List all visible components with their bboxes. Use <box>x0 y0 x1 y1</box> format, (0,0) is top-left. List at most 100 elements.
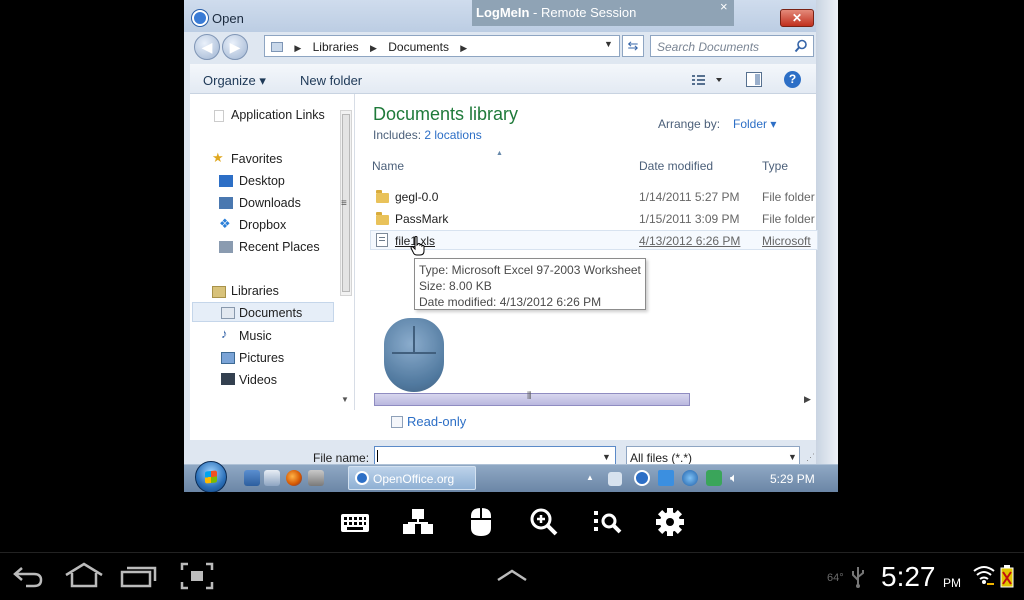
screenshot-icon[interactable] <box>180 562 214 590</box>
breadcrumb-chevron-icon[interactable]: ▶ <box>460 43 467 53</box>
preview-pane-icon[interactable] <box>746 72 762 87</box>
volume-icon[interactable]: 🔈︎ <box>730 470 746 486</box>
tray-network-icon[interactable] <box>682 470 698 486</box>
recent-apps-icon[interactable] <box>120 564 158 588</box>
new-folder-button[interactable]: New folder <box>300 73 362 88</box>
organize-button[interactable]: Organize ▾ <box>203 73 266 89</box>
tray-app-icon[interactable] <box>608 472 622 486</box>
filetype-dropdown-icon[interactable]: ▼ <box>788 452 797 462</box>
horizontal-scrollbar-thumb[interactable] <box>374 393 690 406</box>
sidebar-item-music[interactable]: Music <box>239 329 272 343</box>
sidebar-item-libraries[interactable]: Libraries <box>231 284 279 298</box>
file-date: 1/15/2011 3:09 PM <box>639 212 740 226</box>
tray-expand-icon[interactable]: ▲ <box>586 473 594 482</box>
openoffice-icon <box>192 10 208 26</box>
includes-label: Includes: <box>373 128 422 142</box>
firefox-icon[interactable] <box>286 470 302 486</box>
spreadsheet-file-icon <box>376 233 388 247</box>
temperature-readout: 64° <box>827 572 844 584</box>
settings-gear-icon[interactable] <box>654 506 686 538</box>
change-view-icon[interactable] <box>691 73 723 87</box>
pane-divider[interactable] <box>354 94 355 410</box>
explorer-icon[interactable] <box>264 470 280 486</box>
keyboard-icon[interactable] <box>340 506 370 538</box>
file-date: 1/14/2011 5:27 PM <box>639 190 740 204</box>
text-caret <box>377 450 378 462</box>
readonly-label[interactable]: Read-only <box>407 414 466 429</box>
search-input[interactable]: Search Documents <box>650 35 814 57</box>
tray-sync-icon[interactable] <box>706 470 722 486</box>
show-desktop-icon[interactable] <box>244 470 260 486</box>
sidebar-item-downloads[interactable]: Downloads <box>239 196 301 210</box>
address-bar[interactable]: ▶ Libraries ▶ Documents ▶ <box>264 35 620 57</box>
file-name[interactable]: gegl-0.0 <box>395 190 438 204</box>
column-header-type[interactable]: Type <box>762 159 788 173</box>
star-icon: ★ <box>212 150 224 165</box>
readonly-checkbox[interactable] <box>391 416 403 428</box>
remote-screen[interactable]: Open LogMeIn - Remote Session × ✕ ◀ ▶ ▶ … <box>184 0 838 492</box>
file-type: File folder <box>762 212 815 226</box>
sidebar-item-desktop[interactable]: Desktop <box>239 174 285 188</box>
libraries-icon <box>271 42 283 52</box>
scroll-right-icon[interactable]: ▶ <box>804 394 811 405</box>
file-name[interactable]: PassMark <box>395 212 448 226</box>
sidebar-item-documents[interactable]: Documents <box>239 306 302 320</box>
file-tooltip: Type: Microsoft Excel 97-2003 Worksheet … <box>414 258 646 310</box>
close-button[interactable]: ✕ <box>780 9 814 27</box>
mouse-icon[interactable] <box>468 506 494 538</box>
column-header-date[interactable]: Date modified <box>639 159 713 173</box>
sidebar-item-dropbox[interactable]: Dropbox <box>239 218 286 232</box>
mouse-mode-icon[interactable] <box>384 318 444 392</box>
sidebar-item-recent-places[interactable]: Recent Places <box>239 240 320 254</box>
refresh-button[interactable]: ⇆ <box>622 35 644 57</box>
pictures-icon <box>221 352 235 364</box>
background-window-edge <box>816 0 838 492</box>
scroll-down-icon[interactable]: ▼ <box>341 395 349 404</box>
arrange-by-dropdown[interactable]: Folder ▾ <box>733 117 776 131</box>
status-clock-ampm: PM <box>943 576 961 590</box>
locations-link[interactable]: 2 locations <box>424 128 481 142</box>
logmein-banner: LogMeIn - Remote Session <box>472 0 734 26</box>
search-icon[interactable] <box>794 39 808 53</box>
taskbar-clock[interactable]: 5:29 PM <box>770 472 815 486</box>
home-icon[interactable] <box>64 562 104 588</box>
start-button[interactable] <box>195 461 227 492</box>
network-icon[interactable] <box>402 506 434 538</box>
chevron-up-icon[interactable] <box>496 568 528 582</box>
sidebar-item-pictures[interactable]: Pictures <box>239 351 284 365</box>
table-row-hovered[interactable] <box>370 230 818 250</box>
breadcrumb-libraries[interactable]: Libraries <box>313 40 359 54</box>
sidebar-item-application-links[interactable]: Application Links <box>231 108 325 122</box>
back-icon[interactable] <box>12 564 44 588</box>
logmein-banner-suffix: - Remote Session <box>529 5 637 20</box>
tools-icon[interactable] <box>308 470 324 486</box>
tray-logmein-icon[interactable] <box>634 470 650 486</box>
tooltip-size: Size: 8.00 KB <box>419 279 492 293</box>
filename-label: File name: <box>313 451 370 465</box>
libraries-folder-icon <box>212 286 226 298</box>
downloads-icon <box>219 197 233 209</box>
filename-input[interactable] <box>374 446 616 466</box>
desktop-icon <box>219 175 233 187</box>
tooltip-date: Date modified: 4/13/2012 6:26 PM <box>419 295 602 309</box>
logmein-close-icon[interactable]: × <box>720 0 734 14</box>
filename-dropdown-icon[interactable]: ▼ <box>602 452 611 462</box>
tray-dropbox-icon[interactable] <box>658 470 674 486</box>
hand-cursor-icon <box>410 236 425 256</box>
application-links-icon <box>214 110 224 122</box>
column-header-name[interactable]: Name <box>372 159 404 173</box>
back-button[interactable]: ◀ <box>194 34 220 60</box>
help-icon[interactable]: ? <box>784 71 801 88</box>
zoom-icon[interactable] <box>528 506 560 538</box>
folder-icon <box>376 190 389 203</box>
address-dropdown-icon[interactable]: ▼ <box>604 39 613 49</box>
find-icon[interactable] <box>592 506 624 538</box>
tooltip-type: Type: Microsoft Excel 97-2003 Worksheet <box>419 263 641 277</box>
forward-button[interactable]: ▶ <box>222 34 248 60</box>
filetype-select[interactable]: All files (*.*) <box>626 446 800 466</box>
breadcrumb-documents[interactable]: Documents <box>388 40 449 54</box>
sidebar-item-videos[interactable]: Videos <box>239 373 277 387</box>
sidebar-item-favorites[interactable]: Favorites <box>231 152 282 166</box>
resize-grip-icon[interactable]: ⋰ <box>806 452 815 463</box>
arrange-by-label: Arrange by: <box>658 117 721 131</box>
